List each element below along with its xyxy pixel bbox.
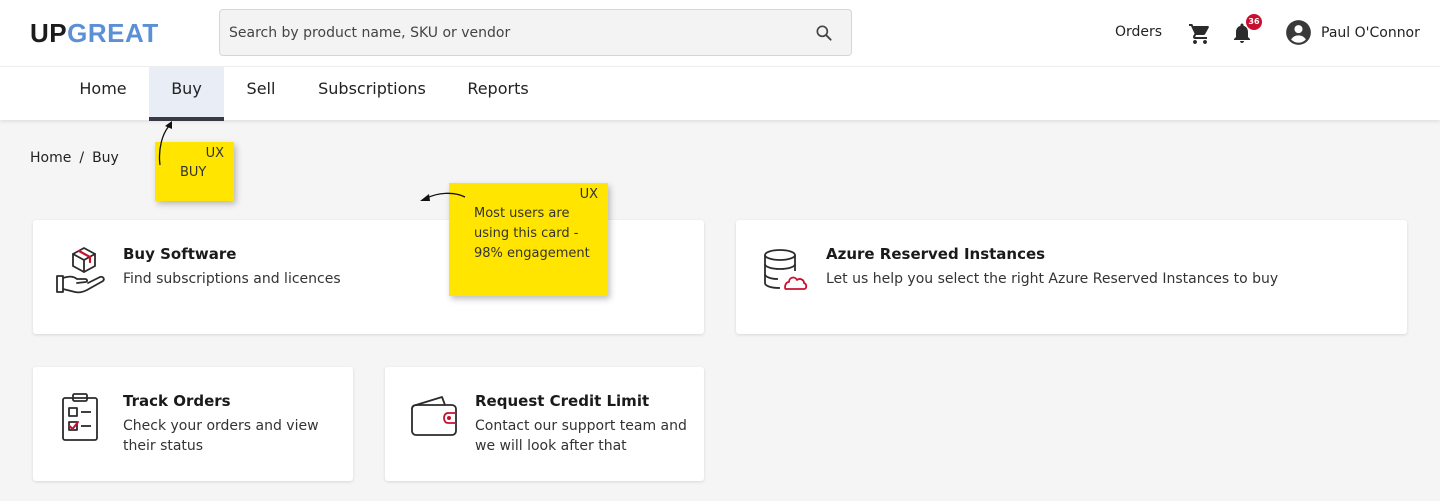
sticky-note-text: Most users are using this card - 98% eng… bbox=[474, 206, 590, 261]
tab-home[interactable]: Home bbox=[70, 67, 136, 121]
ux-tag: UX bbox=[205, 146, 224, 161]
search-input[interactable] bbox=[229, 10, 799, 55]
main-nav: Home Buy Sell Subscriptions Reports bbox=[0, 66, 1440, 121]
orders-link[interactable]: Orders bbox=[1115, 23, 1162, 41]
breadcrumb: Home / Buy bbox=[30, 149, 119, 167]
logo-part-up: UP bbox=[30, 18, 68, 48]
user-name[interactable]: Paul O'Connor bbox=[1321, 24, 1420, 42]
upgreat-logo[interactable]: UPGREAT bbox=[30, 18, 159, 48]
buy-software-title: Buy Software bbox=[123, 245, 237, 263]
buy-software-description: Find subscriptions and licences bbox=[123, 271, 341, 287]
azure-description: Let us help you select the right Azure R… bbox=[826, 271, 1279, 287]
search-icon[interactable] bbox=[814, 23, 834, 43]
top-header: UPGREAT Orders 36 Paul O'Connor bbox=[0, 0, 1440, 66]
track-orders-description: Check your orders and view their status bbox=[123, 418, 319, 454]
logo-part-great: GREAT bbox=[67, 18, 159, 48]
tab-reports[interactable]: Reports bbox=[458, 67, 538, 121]
sticky-note-text: BUY bbox=[180, 165, 207, 180]
tab-buy[interactable]: Buy bbox=[149, 67, 224, 121]
database-cloud-icon bbox=[764, 249, 808, 290]
azure-reserved-instances-card[interactable]: Azure Reserved Instances Let us help you… bbox=[736, 220, 1407, 334]
request-credit-limit-card[interactable]: Request Credit Limit Contact our support… bbox=[385, 367, 704, 481]
breadcrumb-current: Buy bbox=[92, 150, 119, 166]
box-hand-icon bbox=[56, 247, 105, 294]
track-orders-title: Track Orders bbox=[123, 392, 231, 410]
tab-subscriptions[interactable]: Subscriptions bbox=[310, 67, 434, 121]
search-box bbox=[219, 9, 852, 56]
track-orders-card[interactable]: Track Orders Check your orders and view … bbox=[33, 367, 353, 481]
ux-sticky-note-engagement: UX Most users are using this card - 98% … bbox=[449, 183, 608, 296]
wallet-icon bbox=[411, 396, 457, 436]
credit-limit-description: Contact our support team and we will loo… bbox=[475, 418, 687, 454]
tab-sell[interactable]: Sell bbox=[236, 67, 286, 121]
cart-icon[interactable] bbox=[1188, 22, 1212, 46]
notification-count-badge: 36 bbox=[1246, 14, 1262, 30]
clipboard-checklist-icon bbox=[62, 393, 98, 441]
ux-sticky-note-buy: UX BUY bbox=[155, 142, 234, 201]
credit-limit-title: Request Credit Limit bbox=[475, 392, 650, 410]
breadcrumb-home[interactable]: Home bbox=[30, 150, 71, 166]
ux-tag: UX bbox=[579, 187, 598, 202]
azure-title: Azure Reserved Instances bbox=[826, 245, 1046, 263]
user-avatar-icon[interactable] bbox=[1285, 19, 1312, 46]
breadcrumb-separator: / bbox=[79, 150, 85, 166]
